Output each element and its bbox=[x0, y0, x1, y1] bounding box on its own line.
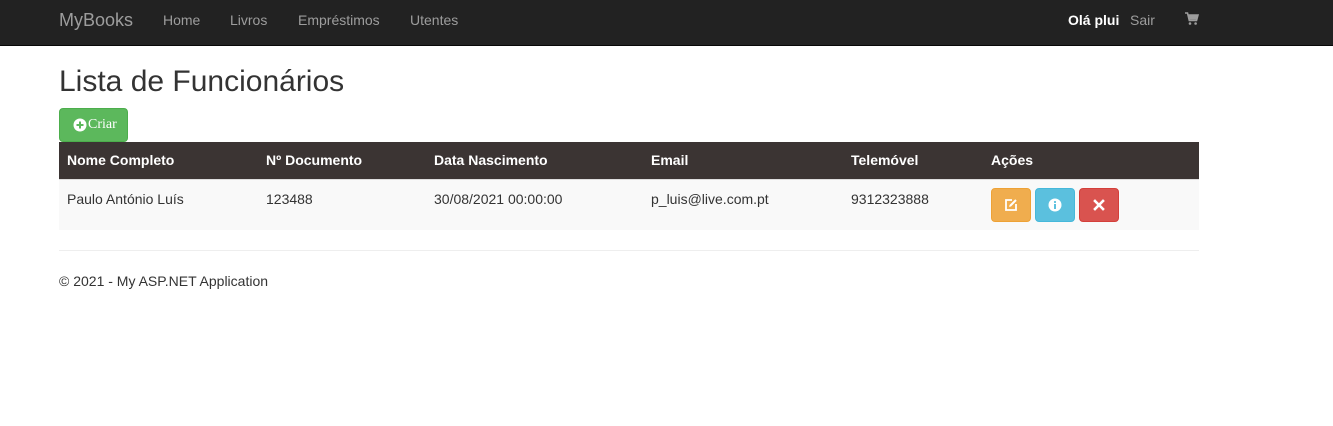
nav-home[interactable]: Home bbox=[163, 12, 200, 28]
cell-phone: 9312323888 bbox=[851, 191, 929, 207]
header-documento: Nº Documento bbox=[266, 152, 363, 168]
page-title: Lista de Funcionários bbox=[59, 65, 345, 98]
header-telemovel: Telemóvel bbox=[851, 152, 919, 168]
nav-utentes[interactable]: Utentes bbox=[410, 12, 458, 28]
create-button[interactable]: Criar bbox=[59, 108, 128, 142]
plus-circle-icon bbox=[73, 118, 87, 132]
top-navbar: MyBooks Home Livros Empréstimos Utentes … bbox=[0, 0, 1333, 46]
shopping-cart-icon[interactable] bbox=[1185, 12, 1199, 26]
cell-email: p_luis@live.com.pt bbox=[651, 191, 769, 207]
nav-livros[interactable]: Livros bbox=[230, 12, 267, 28]
delete-icon bbox=[1093, 199, 1105, 211]
header-email: Email bbox=[651, 152, 689, 168]
edit-icon bbox=[1005, 199, 1017, 211]
info-icon bbox=[1048, 198, 1062, 212]
logout-link[interactable]: Sair bbox=[1130, 12, 1155, 28]
footer-divider bbox=[59, 250, 1199, 251]
cell-birth-date: 30/08/2021 00:00:00 bbox=[434, 191, 563, 207]
nav-emprestimos[interactable]: Empréstimos bbox=[298, 12, 380, 28]
cell-document: 123488 bbox=[266, 191, 313, 207]
header-acoes: Ações bbox=[991, 152, 1034, 168]
header-data-nascimento: Data Nascimento bbox=[434, 152, 548, 168]
create-button-label: Criar bbox=[88, 117, 117, 132]
edit-button[interactable] bbox=[991, 188, 1031, 222]
footer-text: © 2021 - My ASP.NET Application bbox=[59, 273, 269, 289]
brand-link[interactable]: MyBooks bbox=[59, 10, 133, 30]
details-button[interactable] bbox=[1035, 188, 1075, 222]
cell-name: Paulo António Luís bbox=[67, 191, 184, 207]
delete-button[interactable] bbox=[1079, 188, 1119, 222]
header-nome-completo: Nome Completo bbox=[67, 152, 175, 168]
user-greeting[interactable]: Olá plui bbox=[1068, 12, 1119, 28]
